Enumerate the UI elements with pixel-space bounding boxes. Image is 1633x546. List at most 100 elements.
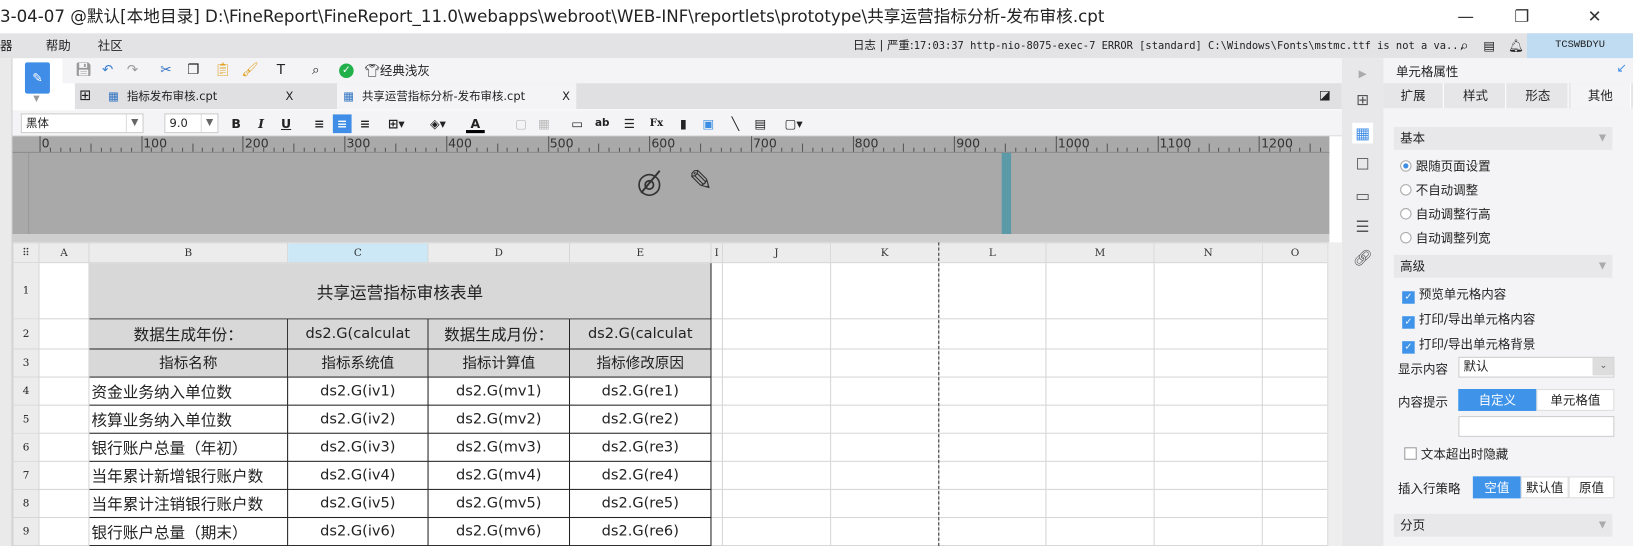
empty-cell[interactable]: [830, 262, 940, 320]
empty-cell[interactable]: [830, 404, 940, 434]
radio-follow-page[interactable]: 跟随页面设置: [1400, 158, 1491, 175]
empty-cell[interactable]: [1153, 404, 1263, 434]
insert-null-button[interactable]: 空值: [1472, 476, 1521, 499]
tab-form[interactable]: 形态: [1508, 83, 1569, 109]
empty-cell[interactable]: [1261, 318, 1329, 350]
template-preview-icon[interactable]: ✎: [24, 62, 50, 94]
merge-cells-icon[interactable]: ▢: [512, 114, 531, 133]
formula-cell[interactable]: ds2.G(mv2): [427, 404, 571, 434]
formula-cell[interactable]: ds2.G(re1): [568, 376, 712, 406]
row-header[interactable]: 8: [12, 488, 40, 519]
indicator-name-cell[interactable]: 核算业务纳入单位数: [88, 404, 289, 434]
tab-list-icon[interactable]: ◪: [1319, 87, 1331, 102]
user-account[interactable]: TCSWBDYU: [1527, 33, 1633, 59]
rich-text-icon[interactable]: ☰: [620, 114, 639, 133]
empty-cell[interactable]: [1261, 460, 1329, 490]
formula-icon[interactable]: Fx: [647, 114, 666, 133]
italic-button[interactable]: I: [252, 114, 271, 133]
empty-cell[interactable]: [721, 262, 832, 320]
unmerge-cells-icon[interactable]: ▦: [535, 114, 554, 133]
close-button[interactable]: ✕: [1571, 0, 1619, 33]
section-basic[interactable]: 基本 ▼: [1393, 126, 1613, 150]
formula-cell[interactable]: ds2.G(mv5): [427, 488, 571, 519]
tip-custom-button[interactable]: 自定义: [1458, 389, 1537, 411]
divider[interactable]: [12, 234, 1330, 243]
vertical-scrollbar[interactable]: [1327, 242, 1342, 546]
row-header[interactable]: 7: [12, 460, 40, 490]
empty-cell[interactable]: [938, 488, 1047, 519]
report-title-cell[interactable]: 共享运营指标审核表单: [88, 262, 712, 320]
column-header-e[interactable]: E: [568, 242, 712, 264]
content-tip-input[interactable]: [1458, 416, 1615, 437]
widget-icon[interactable]: ⊞: [1352, 89, 1373, 110]
empty-cell[interactable]: [1261, 488, 1329, 519]
empty-cell[interactable]: [721, 432, 832, 462]
check-print-content[interactable]: ✓ 打印/导出单元格内容: [1402, 311, 1535, 329]
column-header-i[interactable]: I: [710, 242, 723, 264]
format-painter-icon[interactable]: 🖌︎: [241, 61, 258, 80]
formula-cell[interactable]: ds2.G(iv3): [287, 432, 429, 462]
chart-icon[interactable]: ▮: [674, 114, 693, 133]
empty-cell[interactable]: [938, 404, 1047, 434]
tab-template-2[interactable]: ▦ 共享运营指标分析-发布审核.cpt X: [337, 83, 577, 110]
empty-cell[interactable]: [1045, 432, 1155, 462]
cell-e[interactable]: ds2.G(calculat: [568, 318, 712, 350]
cut-icon[interactable]: ✂: [160, 61, 171, 80]
indicator-name-cell[interactable]: 当年累计注销银行账户数: [88, 488, 289, 519]
empty-cell[interactable]: [938, 376, 1047, 406]
formula-cell[interactable]: ds2.G(iv4): [287, 460, 429, 490]
formula-cell[interactable]: ds2.G(iv5): [287, 488, 429, 519]
row-header[interactable]: 9: [12, 516, 40, 546]
column-header-l[interactable]: L: [938, 242, 1047, 264]
cell-a[interactable]: [38, 318, 90, 350]
column-title-cell[interactable]: 指标系统值: [287, 348, 429, 378]
eye-off-icon[interactable]: ◎̸: [637, 165, 662, 199]
empty-cell[interactable]: [1261, 262, 1329, 320]
empty-cell[interactable]: [1153, 262, 1263, 320]
empty-cell[interactable]: [1261, 376, 1329, 406]
check-hide-overflow[interactable]: 文本超出时隐藏: [1404, 446, 1508, 463]
font-size-select[interactable]: 9.0 ▼: [164, 113, 219, 134]
empty-cell[interactable]: [721, 376, 832, 406]
empty-cell[interactable]: [1261, 348, 1329, 378]
text-icon[interactable]: ab: [593, 114, 612, 133]
log-message[interactable]: 日志 | 严重:17:03:37 http-nio-8075-exec-7 ER…: [853, 33, 1465, 59]
new-template-icon[interactable]: ⊞: [79, 87, 91, 104]
cell-a[interactable]: [38, 488, 90, 519]
indicator-name-cell[interactable]: 银行账户总量（期末）: [88, 516, 289, 546]
cell-a[interactable]: [38, 376, 90, 406]
cell-a[interactable]: [38, 432, 90, 462]
empty-cell[interactable]: [1261, 404, 1329, 434]
cell-border-icon[interactable]: ☐: [1352, 154, 1373, 175]
empty-cell[interactable]: [1045, 376, 1155, 406]
empty-cell[interactable]: [1045, 516, 1155, 546]
empty-cell[interactable]: [938, 348, 1047, 378]
column-header-d[interactable]: D: [427, 242, 571, 264]
font-family-select[interactable]: 黑体 ▼: [20, 113, 144, 134]
empty-cell[interactable]: [830, 460, 940, 490]
empty-cell[interactable]: [1153, 376, 1263, 406]
tip-cell-value-button[interactable]: 单元格值: [1536, 389, 1615, 411]
cell-b[interactable]: 数据生成年份：: [88, 318, 289, 350]
empty-cell[interactable]: [830, 516, 940, 546]
maximize-button[interactable]: ❐: [1498, 0, 1546, 33]
paste-icon[interactable]: 📋︎: [214, 61, 231, 80]
empty-cell[interactable]: [1153, 516, 1263, 546]
formula-cell[interactable]: ds2.G(mv4): [427, 460, 571, 490]
check-preview-content[interactable]: ✓ 预览单元格内容: [1402, 286, 1506, 304]
empty-cell[interactable]: [1045, 348, 1155, 378]
formula-cell[interactable]: ds2.G(mv3): [427, 432, 571, 462]
formula-cell[interactable]: ds2.G(iv1): [287, 376, 429, 406]
insert-original-button[interactable]: 原值: [1568, 476, 1615, 499]
align-left-icon[interactable]: ≡: [310, 114, 329, 133]
formula-cell[interactable]: ds2.G(mv6): [427, 516, 571, 546]
cell-a[interactable]: [38, 404, 90, 434]
column-title-cell[interactable]: 指标名称: [88, 348, 289, 378]
empty-cell[interactable]: [830, 318, 940, 350]
empty-cell[interactable]: [1045, 488, 1155, 519]
empty-cell[interactable]: [1045, 318, 1155, 350]
cell-a[interactable]: [38, 460, 90, 490]
empty-cell[interactable]: [830, 488, 940, 519]
check-print-background[interactable]: ✓ 打印/导出单元格背景: [1402, 336, 1535, 354]
empty-cell[interactable]: [1045, 262, 1155, 320]
